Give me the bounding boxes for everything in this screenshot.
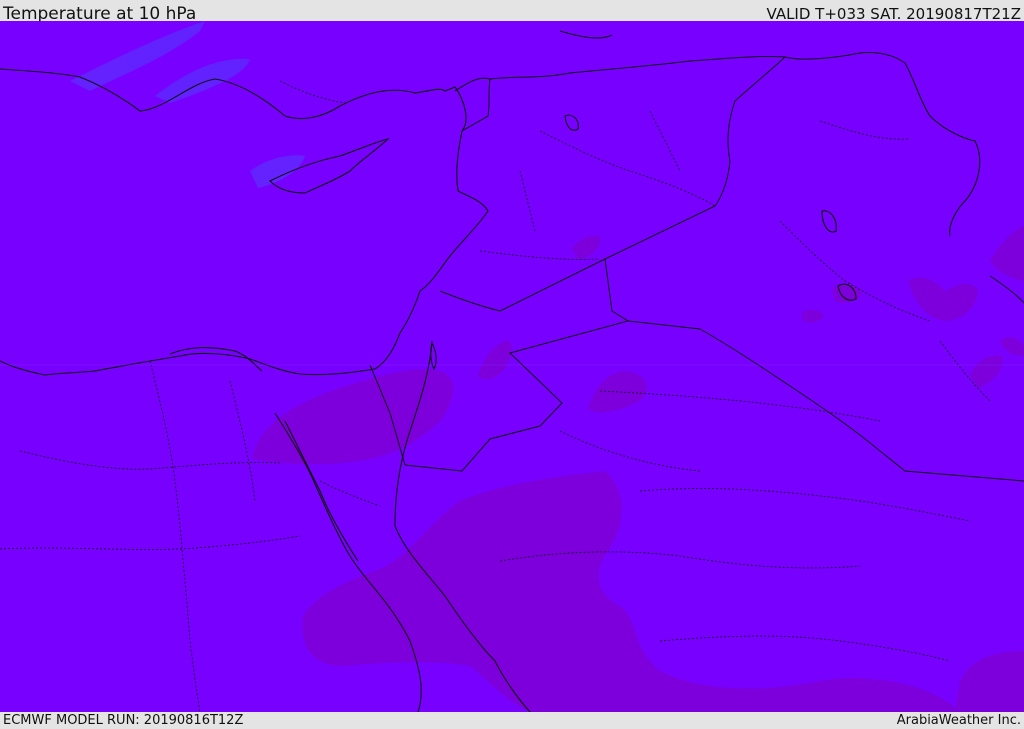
- header-bar: Temperature at 10 hPa VALID T+033 SAT. 2…: [0, 0, 1024, 24]
- credit-label: ArabiaWeather Inc.: [896, 713, 1021, 728]
- weather-map[interactable]: [0, 21, 1024, 712]
- model-run-label: ECMWF MODEL RUN: 20190816T12Z: [3, 713, 244, 728]
- footer-bar: ECMWF MODEL RUN: 20190816T12Z ArabiaWeat…: [0, 712, 1024, 729]
